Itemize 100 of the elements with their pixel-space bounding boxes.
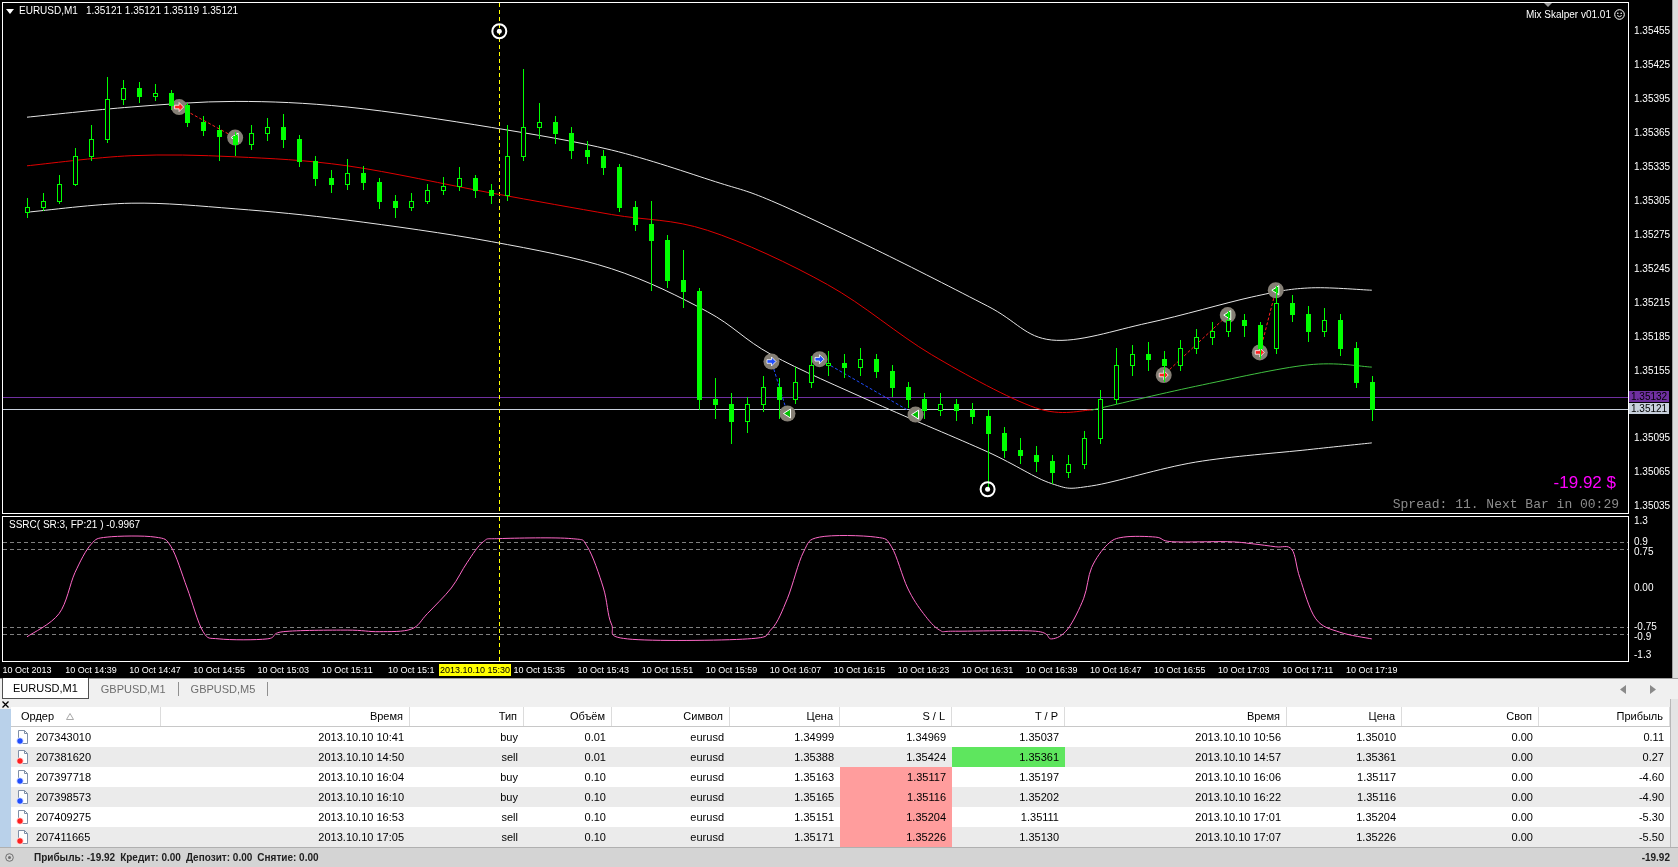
axis-label: 1.35035 [1634,501,1671,512]
table-cell-text: 0.10 [583,789,607,805]
summary-total: -19.92 [1641,851,1670,865]
time-label: 10 Oct 16:15 [833,665,886,676]
table-cell-text: 2013.10.10 10:56 [1194,729,1282,745]
table-cell-text: 1.34969 [905,729,947,745]
table-cell-text: buy [499,729,519,745]
table-cell: 1.35116 [840,787,952,807]
axis-label: 1.35095 [1634,433,1671,444]
table-cell-text: 1.35117 [1356,769,1397,785]
table-cell-text: 1.35111 [1019,809,1060,825]
time-label: 10 Oct 16:23 [897,665,950,676]
table-cell-text: 1.35116 [1356,789,1397,805]
chart-quotes: 1.35121 1.35121 1.35119 1.35121 [85,5,239,17]
summary-text: Депозит: 0.00 [185,851,253,865]
table-cell-text: eurusd [689,769,725,785]
time-label: 10 Oct 17:11 [1282,665,1334,676]
table-cell-text: 1.35388 [793,749,835,765]
table-cell-text: 1.34999 [793,729,835,745]
table-cell-text: 0.00 [1510,769,1534,785]
table-cell-text: 0.01 [583,729,607,745]
time-label: 10 Oct 14:47 [129,665,181,676]
time-label: 10 Oct 15:51 [641,665,694,676]
expert-name: Mix Skalper v01.01 [1525,9,1611,20]
table-cell-text: sell [500,749,519,765]
table-cell-text: 207398573 [36,789,92,805]
profit-label: -19.92 $ [1553,473,1616,493]
table-cell-text: -4.60 [1637,769,1665,785]
axis-label: 1.35305 [1634,195,1671,206]
table-cell-text: 1.35037 [1018,729,1060,745]
axis-label: 1.35245 [1634,263,1671,274]
time-label: 10 Oct 16:31 [961,665,1014,676]
table-cell-text: 0.10 [583,769,607,785]
time-label: 10 Oct 16:47 [1089,665,1142,676]
axis-label: -0.9 [1634,631,1652,642]
table-cell-text: 0.11 [1642,729,1665,745]
axis-label: 1.3 [1634,516,1648,527]
time-label: 10 Oct 15:43 [577,665,630,676]
time-label: 10 Oct 16:07 [769,665,822,676]
table-cell-text: 2013.10.10 14:50 [317,749,405,765]
table-cell-text: 0.00 [1510,829,1534,845]
axis-label: 1.35065 [1634,467,1671,478]
axis-label: 0.9 [1634,536,1648,547]
table-cell-text: sell [500,829,519,845]
table-cell-text: 2013.10.10 14:57 [1194,749,1282,765]
time-label: 10 Oct 15:59 [705,665,758,676]
table-cell-text: eurusd [689,749,725,765]
table-cell-text: 1.35361 [1355,749,1397,765]
indicator-title: SSRC( SR:3, FP:21 ) -0.9967 [9,519,141,531]
table-cell-text: 207397718 [36,769,92,785]
time-label: 10 Oct 14:39 [65,665,117,676]
table-cell-text: 1.35130 [1018,829,1060,845]
table-cell-text: eurusd [689,729,725,745]
table-cell-text: 0.10 [583,829,607,845]
table-cell: 1.35204 [840,807,952,827]
table-cell-text: 0.27 [1641,749,1665,765]
cursor-time-label: 2013.10.10 15:30 [439,664,512,676]
price-label: 1.35121 [1629,403,1670,415]
time-label: 10 Oct 2013 [2,665,52,676]
table-cell-text: 0.00 [1510,789,1534,805]
axis-label: -1.3 [1634,649,1652,660]
table-cell-text: 2013.10.10 17:01 [1194,809,1282,825]
table-cell-text: 1.35163 [793,769,835,785]
axis-label: 1.35455 [1634,26,1671,37]
chart-title: EURUSD,M1 [19,5,78,17]
table-cell-text: 207381620 [36,749,92,765]
table-cell-text: 0.00 [1510,729,1534,745]
table-cell-text: 0.00 [1510,749,1534,765]
table-cell-text: 1.35151 [793,809,835,825]
axis-label: 1.35275 [1634,229,1671,240]
time-label: 10 Oct 15:03 [257,665,309,676]
axis-label: 1.35425 [1634,60,1671,71]
time-label: 10 Oct 17:03 [1218,665,1270,676]
time-label: 10 Oct 17:19 [1346,665,1398,676]
axis-label: 1.35185 [1634,331,1671,342]
table-cell-text: 1.35424 [905,749,947,765]
summary-text: Снятие: 0.00 [257,851,319,865]
table-cell-text: 1.35202 [1018,789,1060,805]
table-cell-text: buy [499,789,519,805]
time-label: 10 Oct 15:35 [513,665,566,676]
table-cell-text: 1.35171 [793,829,835,845]
axis-label: 1.35215 [1634,297,1671,308]
table-cell-text: 0.00 [1510,809,1534,825]
time-label: 10 Oct 16:39 [1025,665,1078,676]
time-label: 10 Oct 16:55 [1153,665,1206,676]
table-cell-text: 2013.10.10 16:10 [317,789,405,805]
table-cell-text: 1.35197 [1018,769,1060,785]
table-cell-text: 2013.10.10 17:05 [317,829,405,845]
table-cell-text: 1.35226 [1355,829,1397,845]
table-cell-text: 2013.10.10 16:04 [317,769,405,785]
axis-label: -0.75 [1634,621,1657,632]
table-cell-text: 207411665 [36,829,91,845]
time-label: 10 Oct 15:1 [388,665,435,676]
axis-label: 0.00 [1634,582,1654,593]
table-cell-text: sell [500,809,519,825]
summary-text: Прибыль: -19.92 [34,851,116,865]
table-cell-text: 1.35010 [1355,729,1397,745]
spread-info: Spread: 11. Next Bar in 00:29 [1392,497,1619,512]
table-cell-text: 2013.10.10 17:07 [1194,829,1282,845]
table-cell-text: 207409275 [36,809,92,825]
